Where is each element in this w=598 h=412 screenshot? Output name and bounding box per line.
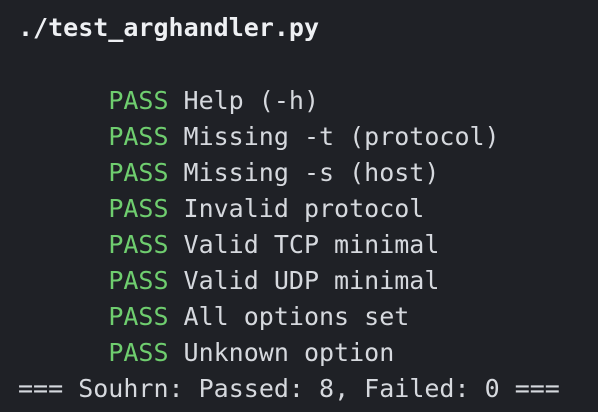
test-name: All options set [183, 302, 410, 331]
test-name: Missing -s (host) [183, 158, 440, 187]
command-line: ./test_arghandler.py [18, 13, 320, 42]
summary-line: === Souhrn: Passed: 8, Failed: 0 === [18, 374, 560, 403]
test-results-list: PASS Help (-h) PASS Missing -t (protocol) … [18, 47, 500, 367]
test-name: Missing -t (protocol) [183, 122, 500, 151]
test-name: Valid TCP minimal [183, 230, 440, 259]
terminal-output: , , , , , _ _ _ ./test_arghandler.py PAS… [0, 0, 598, 412]
test-name: Help (-h) [183, 86, 319, 115]
pass-badge: PASS [108, 194, 169, 223]
test-name: Valid UDP minimal [183, 266, 440, 295]
pass-badge: PASS [108, 302, 169, 331]
pass-badge: PASS [108, 86, 169, 115]
pass-badge: PASS [108, 230, 169, 259]
previous-line-clipped: , , , , , _ _ _ [18, 0, 598, 5]
pass-badge: PASS [108, 266, 169, 295]
test-result-row: PASS Help (-h) [18, 47, 500, 115]
pass-badge: PASS [108, 338, 169, 367]
pass-badge: PASS [108, 158, 169, 187]
pass-badge: PASS [108, 122, 169, 151]
test-name: Invalid protocol [183, 194, 425, 223]
test-name: Unknown option [183, 338, 395, 367]
